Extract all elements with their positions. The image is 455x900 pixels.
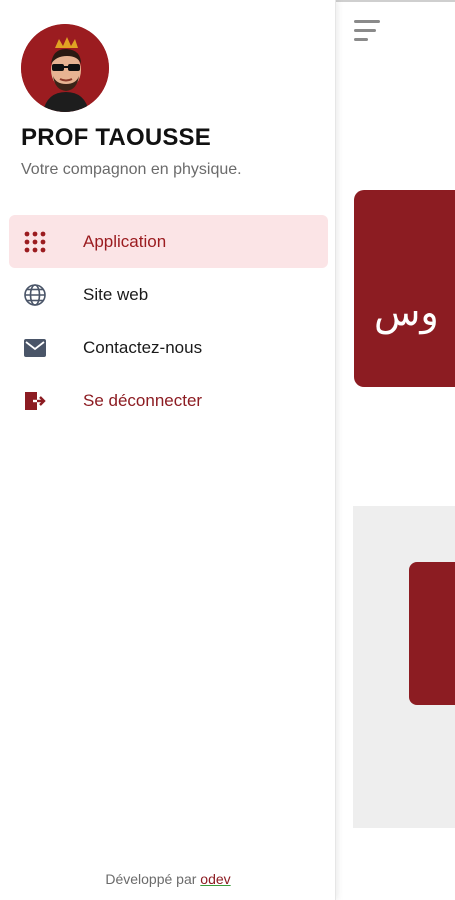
- nav-item-logout[interactable]: Se déconnecter: [9, 374, 328, 427]
- banner-card[interactable]: وس: [354, 190, 455, 387]
- banner-text: وس: [374, 290, 439, 334]
- avatar: [21, 24, 109, 112]
- drawer-nav: Application Site web Contactez-nous Se d…: [9, 215, 328, 427]
- avatar-portrait-icon: [21, 24, 109, 112]
- globe-icon: [22, 282, 48, 308]
- nav-item-site-web[interactable]: Site web: [9, 268, 328, 321]
- menu-icon[interactable]: [354, 20, 382, 46]
- drawer-subtitle: Votre compagnon en physique.: [21, 161, 242, 178]
- logout-icon: [22, 388, 48, 414]
- nav-label-contact: Contactez-nous: [83, 337, 203, 357]
- content-card[interactable]: [409, 562, 455, 705]
- mail-icon: [22, 335, 48, 361]
- navigation-drawer: PROF TAOUSSE Votre compagnon en physique…: [0, 0, 336, 900]
- footer-developer-link[interactable]: odev: [200, 871, 230, 887]
- nav-label-site-web: Site web: [83, 284, 149, 304]
- nav-label-application: Application: [83, 231, 167, 251]
- drawer-title: PROF TAOUSSE: [21, 124, 211, 151]
- footer-prefix: Développé par: [105, 871, 201, 887]
- nav-item-application[interactable]: Application: [9, 215, 328, 268]
- footer-credit: Développé par odev: [0, 871, 336, 887]
- nav-label-logout: Se déconnecter: [83, 390, 203, 410]
- apps-grid-icon: [22, 229, 48, 255]
- nav-item-contact[interactable]: Contactez-nous: [9, 321, 328, 374]
